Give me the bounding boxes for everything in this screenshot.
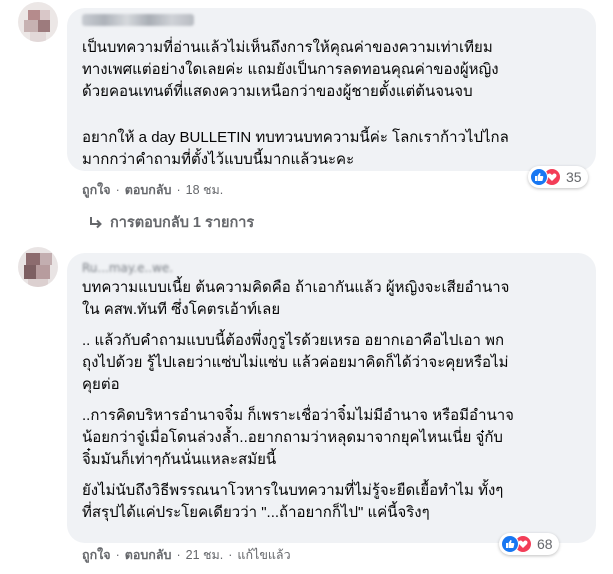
replies-count-label: การตอบกลับ 1 รายการ bbox=[110, 215, 255, 231]
thumbs-up-icon bbox=[501, 535, 519, 553]
comment-line: เป็นบทความที่อ่านแล้วไม่เห็นถึงการให้คุณ… bbox=[82, 39, 493, 56]
separator: · bbox=[115, 548, 120, 562]
like-button[interactable]: ถูกใจ bbox=[82, 545, 111, 565]
comment-author-name[interactable] bbox=[82, 14, 194, 26]
comment-line: อยากให้ a day BULLETIN ทบทวนบทความนี้ค่ะ… bbox=[82, 129, 509, 146]
comment-line: จิ๋มมันก็เท่าๆกันนั่นแหละสมัยนี้ bbox=[82, 451, 277, 468]
comment-line: บทความแบบเนี้ย ต้นความคิดคือ ถ้าเอากันแล… bbox=[82, 279, 510, 296]
comment-bubble: เป็นบทความที่อ่านแล้วไม่เห็นถึงการให้คุณ… bbox=[67, 8, 596, 171]
reaction-count: 68 bbox=[537, 536, 553, 552]
reaction-summary[interactable]: 35 bbox=[528, 166, 588, 188]
edited-label[interactable]: แก้ไขแล้ว bbox=[237, 545, 290, 565]
comment-timestamp[interactable]: 18 ชม. bbox=[186, 180, 224, 200]
comment-actions: ถูกใจ · ตอบกลับ · 18 ชม. bbox=[82, 180, 223, 200]
reply-button[interactable]: ตอบกลับ bbox=[125, 545, 172, 565]
separator: · bbox=[228, 548, 233, 562]
separator: · bbox=[176, 183, 181, 197]
avatar[interactable] bbox=[18, 247, 58, 287]
comment-line: คุยต่อ bbox=[82, 376, 120, 393]
thumbs-up-icon bbox=[530, 168, 548, 186]
comment-line: ถุงไปด้วย รู้ไปเลยว่าแซ่บไม่แซ่บ แล้วค่อ… bbox=[82, 354, 509, 371]
comment-line: มากกว่าคำถามที่ตั้งไว้แบบนี้มากแล้วนะคะ bbox=[82, 151, 355, 168]
reply-arrow-icon bbox=[88, 215, 104, 231]
reaction-summary[interactable]: 68 bbox=[499, 533, 559, 555]
avatar[interactable] bbox=[18, 2, 58, 42]
comment-timestamp[interactable]: 21 ชม. bbox=[186, 545, 224, 565]
separator: · bbox=[115, 183, 120, 197]
reply-button[interactable]: ตอบกลับ bbox=[125, 180, 172, 200]
comment-line: ..การคิดบริหารอำนาจจิ๋ม ก็เพราะเชื่อว่าจ… bbox=[82, 407, 514, 424]
comment-line: ด้วยคอนเทนต์ที่แสดงความเหนือกว่าของผู้ชา… bbox=[82, 83, 473, 100]
like-button[interactable]: ถูกใจ bbox=[82, 180, 111, 200]
comment-line: .. แล้วกับคำถามแบบนี้ต้องพึ่งกูรูไรด้วยเ… bbox=[82, 332, 505, 349]
separator: · bbox=[176, 548, 181, 562]
comment-line: ยังไม่นับถึงวิธีพรรณนาโวหารในบทความที่ไม… bbox=[82, 482, 504, 499]
comment-line: น้อยกว่าจู๋เมื่อโดนล่วงล้ำ..อยากถามว่าหล… bbox=[82, 429, 503, 446]
view-replies-button[interactable]: การตอบกลับ 1 รายการ bbox=[88, 211, 254, 234]
comment-line: ทางเพศแต่อย่างใดเลยค่ะ แถมยังเป็นการลดทอ… bbox=[82, 61, 499, 78]
comment-line: ใน คสพ.ทันที ซึ่งโคตรเอ้าท์เลย bbox=[82, 301, 281, 318]
comment-bubble: Ru...may.e..we. บทความแบบเนี้ย ต้นความคิ… bbox=[67, 253, 596, 543]
reaction-count: 35 bbox=[566, 169, 582, 185]
comment-line: ที่สรุปได้แค่ประโยคเดียวว่า "...ถ้าอยากก… bbox=[82, 504, 430, 521]
comment-actions: ถูกใจ · ตอบกลับ · 21 ชม. · แก้ไขแล้ว bbox=[82, 545, 291, 565]
comment-author-name[interactable]: Ru...may.e..we. bbox=[82, 261, 173, 275]
